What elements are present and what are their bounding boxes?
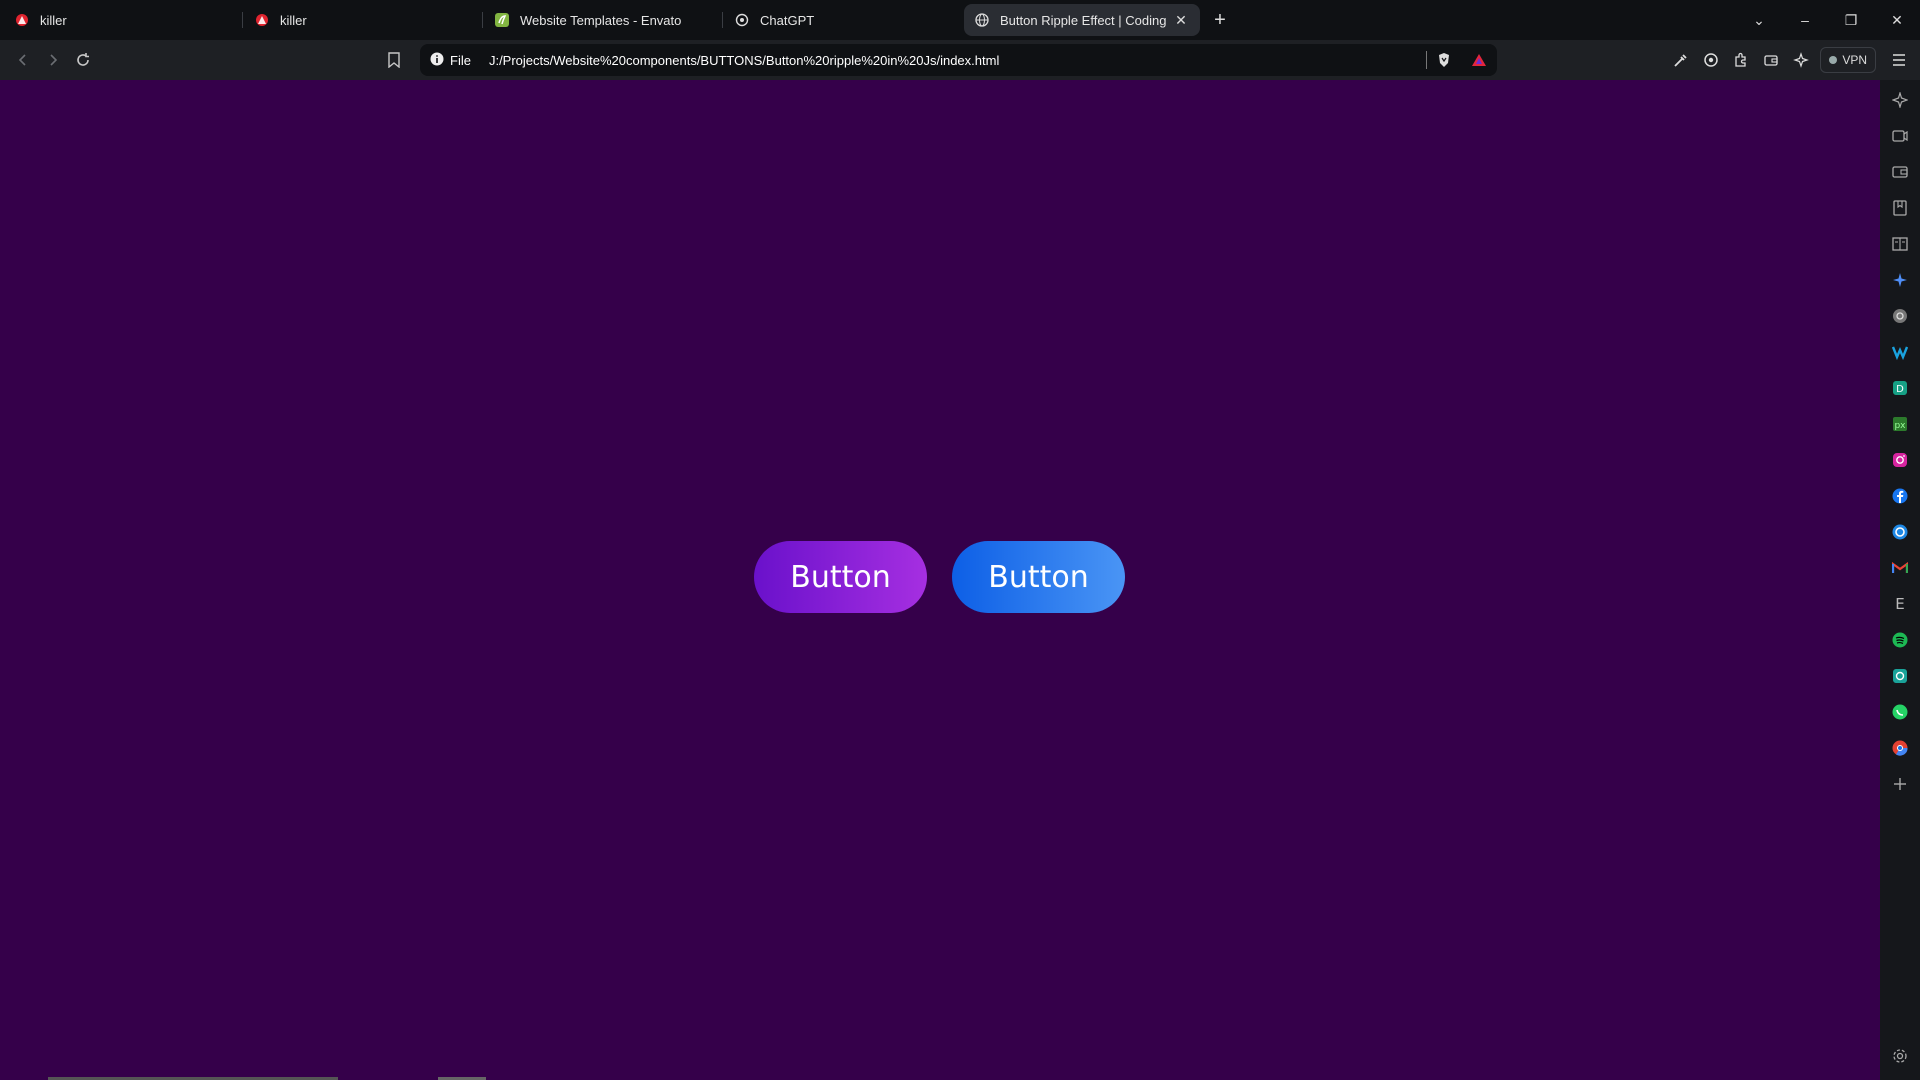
reading-list-icon[interactable] [1892,236,1908,252]
svg-text:D: D [1896,384,1904,395]
brave-shields-icon[interactable] [1437,52,1451,68]
address-bar[interactable]: File J:/Projects/Website%20components/BU… [420,44,1497,76]
vpn-button[interactable]: VPN [1820,47,1876,73]
malwarebytes-icon[interactable] [1892,344,1908,360]
wallet-icon[interactable] [1892,164,1908,180]
bookmarks-icon[interactable] [1892,200,1908,216]
close-window-button[interactable]: ✕ [1874,0,1920,40]
vpn-label: VPN [1842,53,1867,67]
gmail-icon[interactable] [1892,560,1908,576]
tab-search-chevron-icon[interactable]: ⌄ [1736,0,1782,40]
add-icon[interactable] [1892,776,1908,792]
chrome-icon[interactable] [1892,740,1908,756]
page-content: Button Button [0,80,1880,1080]
leo-ai-icon[interactable] [1786,45,1816,75]
address-divider [1426,51,1427,69]
messenger-icon[interactable] [1892,524,1908,540]
close-tab-icon[interactable]: ✕ [1172,11,1190,29]
new-tab-button[interactable]: + [1204,4,1236,36]
pixel-app-icon[interactable]: px [1892,416,1908,432]
tab-chatgpt[interactable]: ChatGPT [724,4,960,36]
instagram-icon[interactable] [1892,452,1908,468]
info-icon [430,52,444,69]
tab-title: Website Templates - Envato [520,12,682,28]
bookmark-icon[interactable] [379,45,409,75]
svg-text:px: px [1894,421,1906,431]
extensions-icon[interactable] [1726,45,1756,75]
tab-killer-1[interactable]: killer [4,4,243,36]
navigation-toolbar: File J:/Projects/Website%20components/BU… [0,40,1920,80]
main-menu-icon[interactable] [1884,45,1914,75]
facebook-icon[interactable] [1892,488,1908,504]
tab-bar: killer killer Website Templates - Envato… [0,0,1920,40]
whatsapp-icon[interactable] [1892,704,1908,720]
leo-ai-icon[interactable] [1892,92,1908,108]
wallet-icon[interactable] [1756,45,1786,75]
chatgpt-icon[interactable] [1892,308,1908,324]
back-icon[interactable] [8,45,38,75]
site-info[interactable]: File [430,52,471,69]
chatgpt-extension-icon[interactable] [1696,45,1726,75]
url-text[interactable]: J:/Projects/Website%20components/BUTTONS… [489,53,1416,68]
minimize-button[interactable]: – [1782,0,1828,40]
evernote-icon[interactable]: D [1892,380,1908,396]
brave-rewards-icon[interactable] [1471,53,1487,67]
tab-title: Button Ripple Effect | Coding U [1000,12,1166,28]
forward-icon[interactable] [38,45,68,75]
tab-title: ChatGPT [760,12,815,28]
opera-red-icon [254,12,270,28]
video-icon[interactable] [1892,128,1908,144]
eyedropper-icon[interactable] [1666,45,1696,75]
vpn-status-icon [1829,56,1838,64]
envato-icon [494,12,510,28]
chatgpt-icon [734,12,750,28]
restore-button[interactable]: ❐ [1828,0,1874,40]
sidebar: D px E [1880,80,1920,1080]
envato-e-icon[interactable]: E [1892,596,1908,612]
opera-red-icon [14,12,30,28]
scheme-label: File [450,52,471,68]
threads-icon[interactable] [1892,668,1908,684]
settings-icon[interactable] [1892,1048,1908,1064]
tab-button-ripple[interactable]: Button Ripple Effect | Coding U ✕ [964,4,1200,36]
svg-text:E: E [1895,596,1904,612]
tab-killer-2[interactable]: killer [244,4,483,36]
tab-envato[interactable]: Website Templates - Envato [484,4,723,36]
ripple-button-purple[interactable]: Button [754,541,927,613]
reload-icon[interactable] [68,45,98,75]
tab-title: killer [40,12,67,28]
tab-title: killer [280,12,307,28]
ripple-button-blue[interactable]: Button [952,541,1125,613]
globe-icon [974,12,990,28]
ai-sparkle-icon[interactable] [1892,272,1908,288]
spotify-icon[interactable] [1892,632,1908,648]
